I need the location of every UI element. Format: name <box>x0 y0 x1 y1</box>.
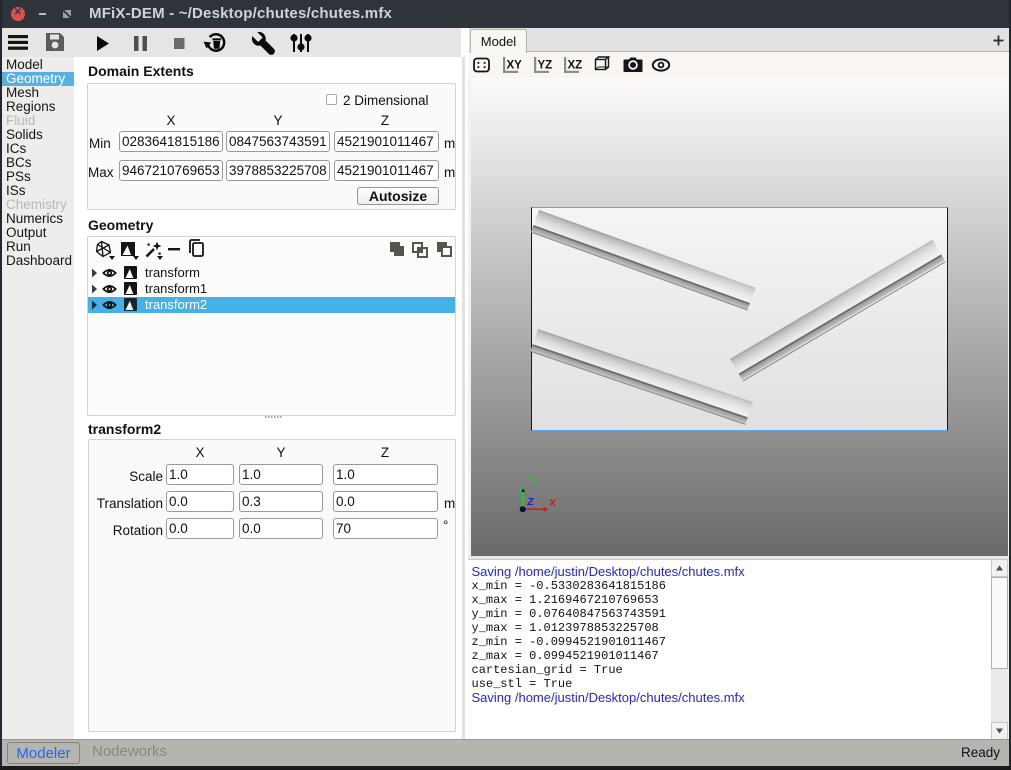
svg-text:Y: Y <box>529 475 537 487</box>
svg-text:X: X <box>548 497 557 509</box>
svg-text:Z: Z <box>526 496 534 508</box>
svg-text:XZ: XZ <box>568 60 583 72</box>
svg-text:XY: XY <box>507 60 523 72</box>
svg-text:YZ: YZ <box>538 60 553 72</box>
